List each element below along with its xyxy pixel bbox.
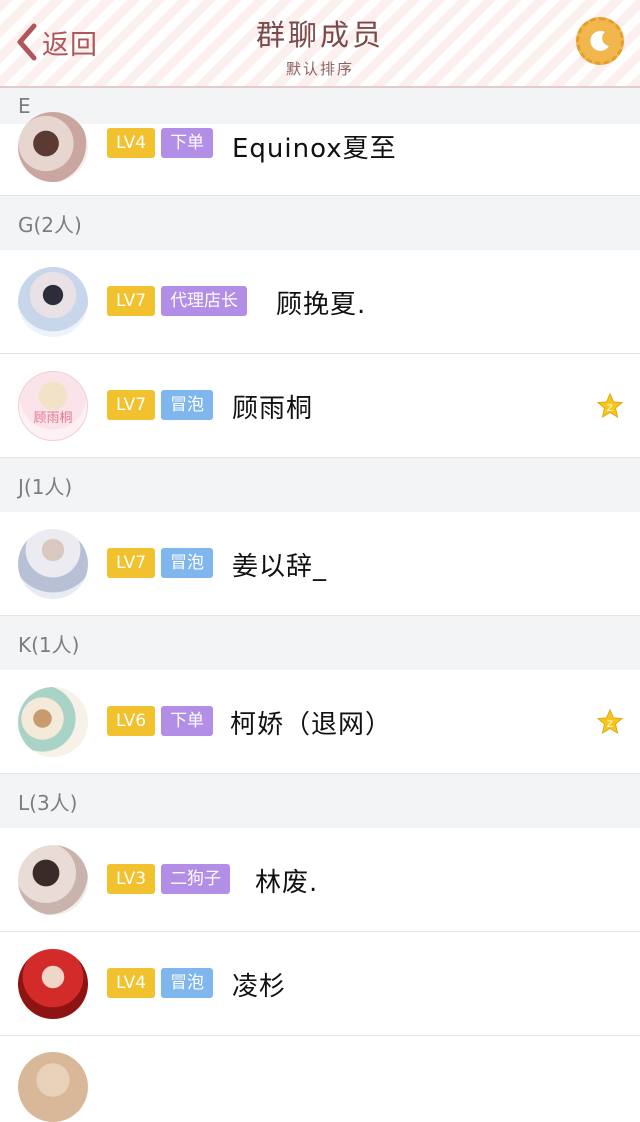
- avatar: [18, 112, 88, 182]
- section-label: G(2人): [18, 212, 82, 237]
- level-badge: LV3: [107, 864, 156, 894]
- badge-group: LV6 下单: [107, 706, 214, 736]
- badge-group: LV7 冒泡: [107, 390, 214, 420]
- star-icon: Z: [596, 392, 624, 419]
- section-header-k: K(1人): [0, 616, 640, 670]
- section-header-j: J(1人): [0, 458, 640, 512]
- badge-group: LV4 冒泡: [107, 968, 214, 998]
- nav-header: 返回 群聊成员 默认排序: [0, 0, 640, 88]
- badge-group: LV4 下单: [107, 128, 214, 158]
- section-header-e: E: [0, 88, 640, 124]
- badge-group: LV7 冒泡: [107, 548, 214, 578]
- member-name: Equinox夏至: [232, 134, 397, 164]
- avatar: [18, 687, 88, 757]
- role-badge: 下单: [161, 706, 214, 736]
- member-row[interactable]: LV4 冒泡 凌杉: [0, 932, 640, 1036]
- role-badge: 代理店长: [161, 286, 248, 316]
- moon-icon: [590, 30, 609, 51]
- theme-button[interactable]: [576, 17, 624, 65]
- section-header-l: L(3人): [0, 774, 640, 828]
- star-icon: Z: [596, 708, 624, 735]
- avatar-text: 顾雨桐: [33, 411, 73, 426]
- section-label: J(1人): [18, 474, 73, 499]
- level-badge: LV4: [107, 128, 156, 158]
- chevron-left-icon: [17, 23, 37, 61]
- sort-mode-label[interactable]: 默认排序: [170, 58, 470, 79]
- svg-text:Z: Z: [607, 720, 613, 730]
- section-label: L(3人): [18, 790, 78, 815]
- member-name: 顾雨桐: [232, 394, 314, 424]
- member-name: 姜以辞_: [232, 552, 328, 582]
- title-block: 群聊成员 默认排序: [170, 12, 470, 79]
- member-name: 顾挽夏.: [276, 290, 367, 320]
- level-badge: LV4: [107, 968, 156, 998]
- section-header-g: G(2人): [0, 196, 640, 250]
- level-badge: LV7: [107, 286, 156, 316]
- avatar: [18, 267, 88, 337]
- member-row[interactable]: LV4 下单 Equinox夏至: [0, 112, 640, 196]
- role-badge: 二狗子: [161, 864, 231, 894]
- avatar: 顾雨桐: [18, 371, 88, 441]
- member-name: 林废.: [255, 868, 319, 898]
- level-badge: LV7: [107, 548, 156, 578]
- member-row[interactable]: LV7 代理店长 顾挽夏.: [0, 250, 640, 354]
- level-badge: LV6: [107, 706, 156, 736]
- level-badge: LV7: [107, 390, 156, 420]
- badge-group: LV7 代理店长: [107, 286, 248, 316]
- svg-text:Z: Z: [607, 404, 613, 414]
- avatar: [18, 949, 88, 1019]
- role-badge: 冒泡: [161, 548, 214, 578]
- back-button[interactable]: 返回: [14, 20, 98, 64]
- member-name: 柯娇（退网）: [230, 710, 393, 740]
- section-label: K(1人): [18, 632, 80, 657]
- member-row[interactable]: LV6 下单 柯娇（退网） Z: [0, 670, 640, 774]
- member-row[interactable]: [0, 1036, 640, 1122]
- member-name: 凌杉: [232, 972, 287, 1002]
- member-row[interactable]: 顾雨桐 LV7 冒泡 顾雨桐 Z: [0, 354, 640, 458]
- member-row[interactable]: LV3 二狗子 林废.: [0, 828, 640, 932]
- avatar: [18, 845, 88, 915]
- role-badge: 下单: [161, 128, 214, 158]
- role-badge: 冒泡: [161, 968, 214, 998]
- avatar: [18, 1052, 88, 1122]
- avatar: [18, 529, 88, 599]
- back-label: 返回: [42, 29, 98, 61]
- page-title: 群聊成员: [255, 18, 384, 52]
- badge-group: LV3 二狗子: [107, 864, 231, 894]
- member-row[interactable]: LV7 冒泡 姜以辞_: [0, 512, 640, 616]
- section-label: E: [18, 94, 31, 118]
- role-badge: 冒泡: [161, 390, 214, 420]
